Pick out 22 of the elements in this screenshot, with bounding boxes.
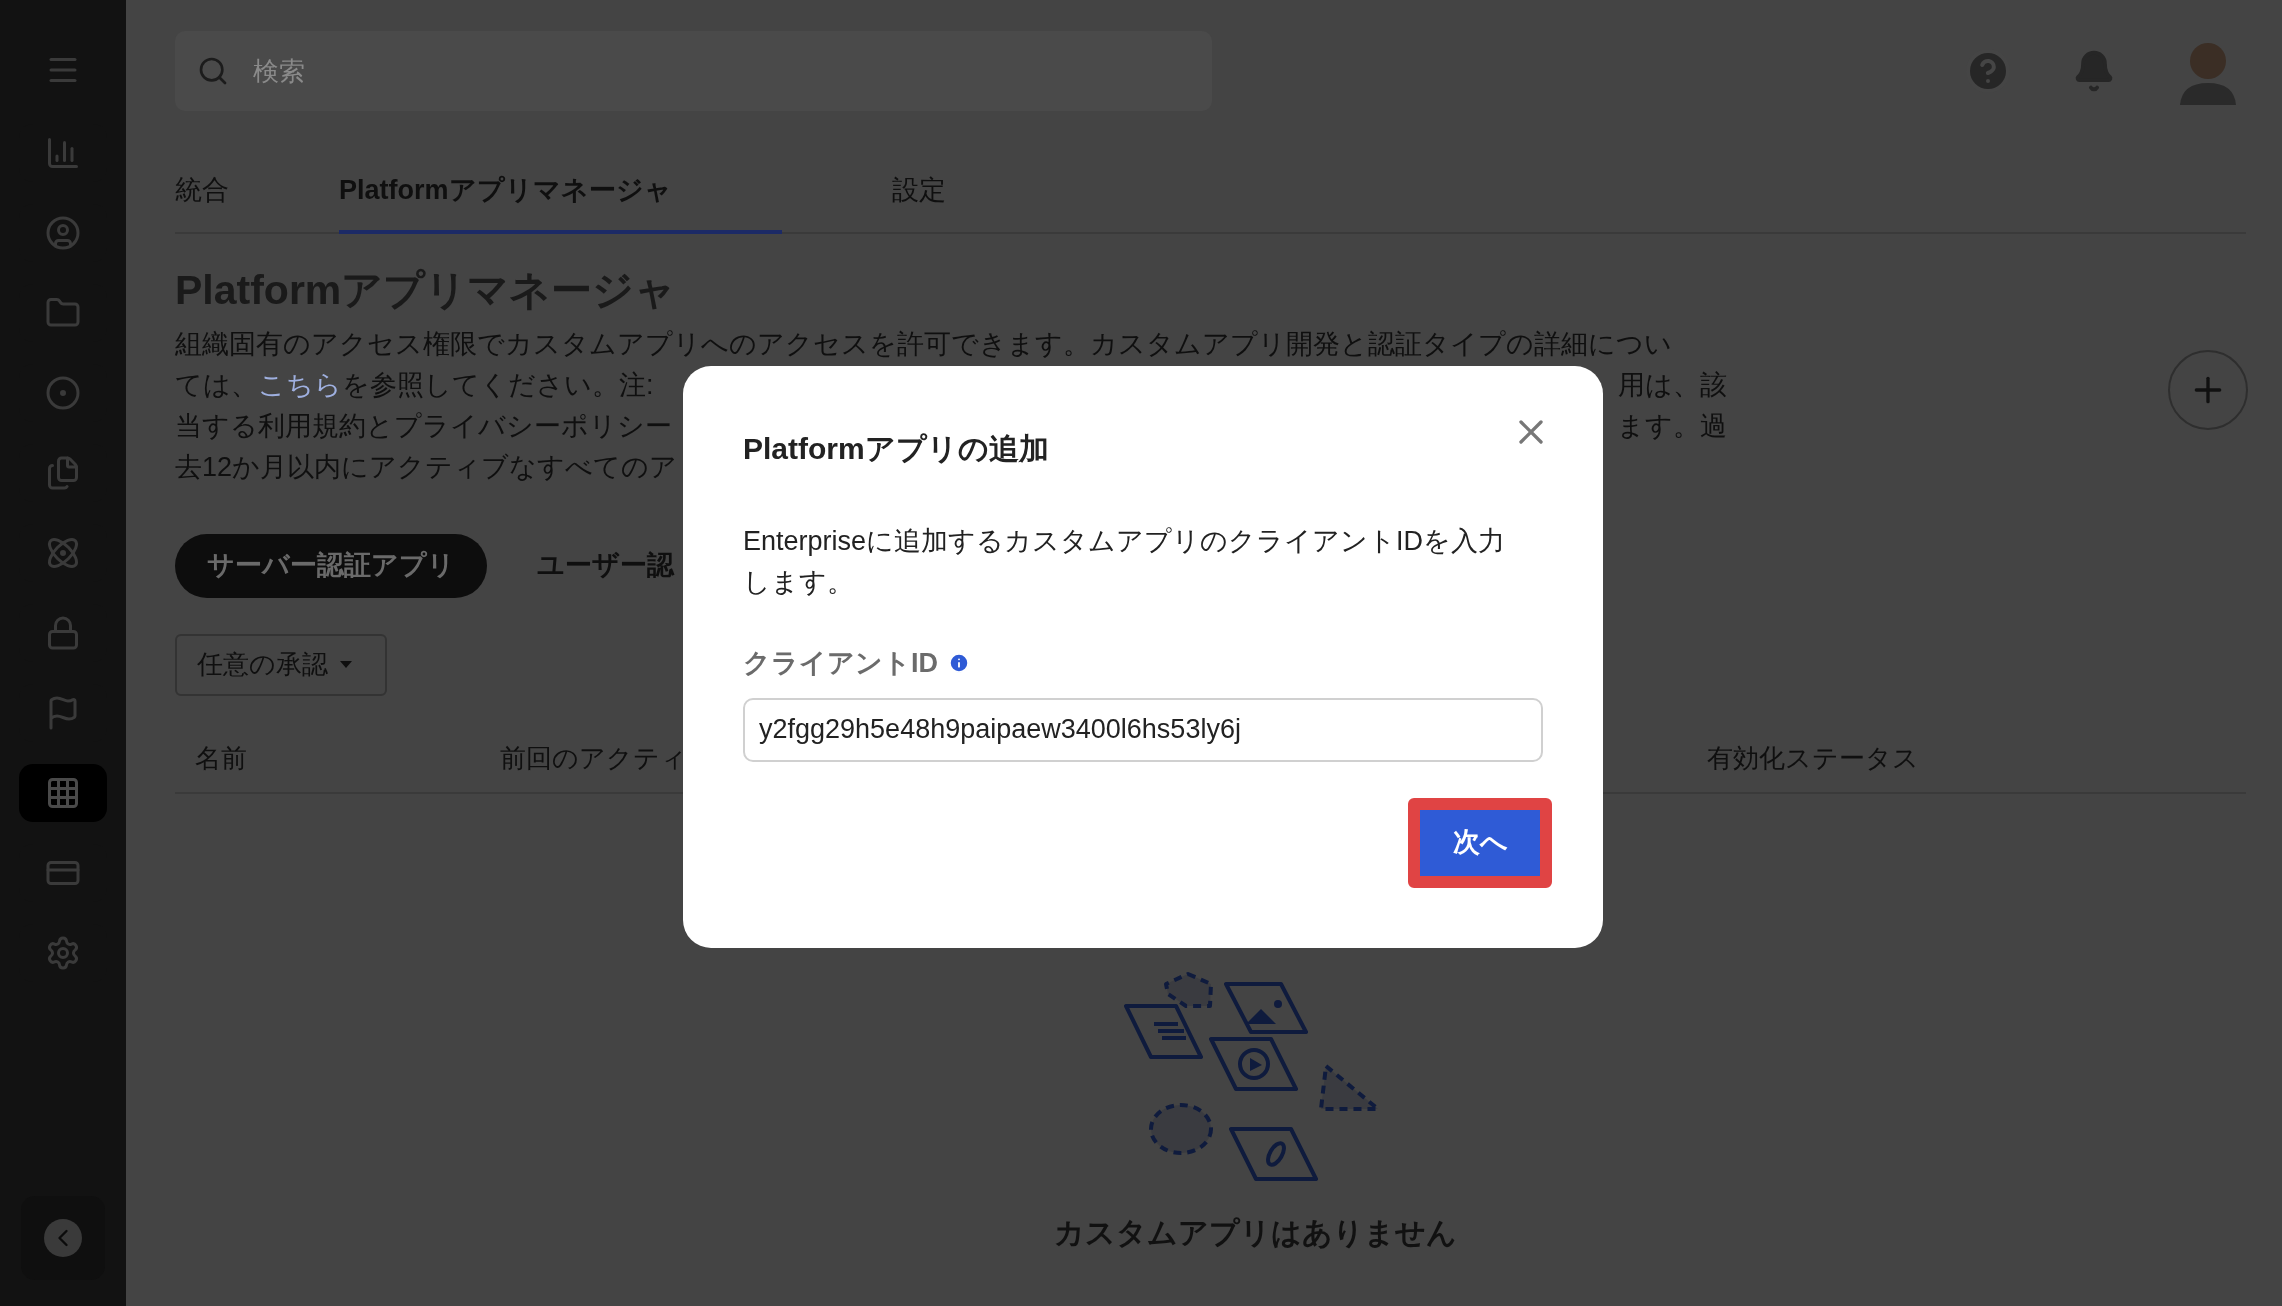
- app-type-tab[interactable]: サーバー認証アプリ: [175, 533, 487, 598]
- dialog-title: Platformアプリの追加: [743, 431, 1049, 467]
- settings-icon: [45, 935, 81, 971]
- add-app-button[interactable]: [2168, 350, 2248, 430]
- client-id-field[interactable]: y2fgg29h5e48h9paipaew3400l6hs53ly6j: [743, 697, 1543, 762]
- atom-icon: [45, 535, 81, 571]
- lock-icon: [45, 615, 81, 651]
- info-icon[interactable]: [948, 652, 970, 675]
- next-button[interactable]: 次へ: [1420, 809, 1540, 876]
- link[interactable]: こちら: [258, 369, 342, 400]
- documents-icon: [45, 455, 81, 491]
- user-icon: [45, 215, 81, 251]
- caret-icon: [340, 661, 352, 668]
- collapse-button[interactable]: [44, 1219, 82, 1257]
- search-field[interactable]: 検索: [175, 31, 1212, 111]
- field-label: クライアントID: [743, 647, 938, 680]
- bar-chart-icon: [45, 135, 81, 171]
- search-icon: [197, 55, 229, 87]
- circle-badge-icon: [45, 375, 81, 411]
- dialog-description: Enterpriseに追加するカスタムアプリのクライアントIDを入力します。: [743, 525, 1507, 599]
- grid-icon: [45, 775, 81, 811]
- sidebar-item[interactable]: [19, 764, 107, 822]
